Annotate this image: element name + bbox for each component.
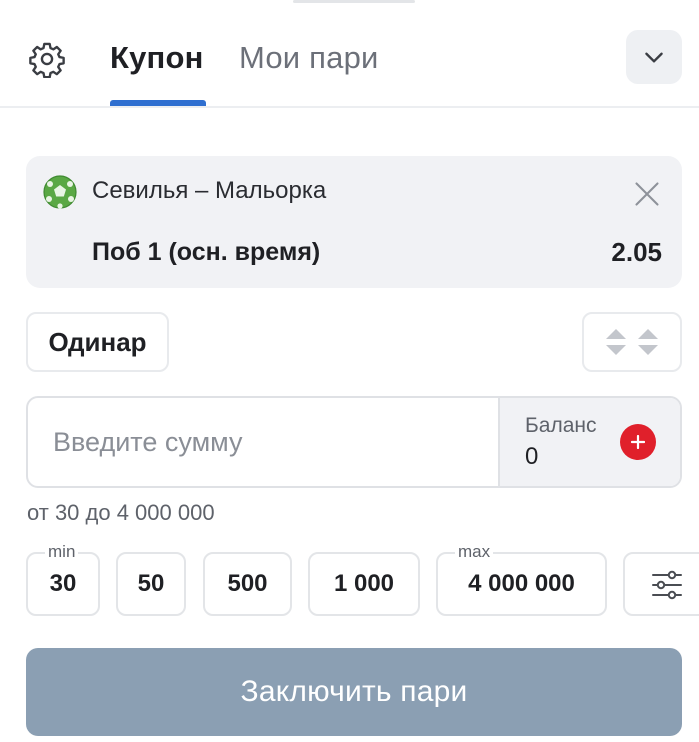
quick-amount-min[interactable]: min 30: [26, 541, 100, 616]
amount-field: Баланс 0: [26, 396, 682, 488]
place-bet-button[interactable]: Заключить пари: [26, 648, 682, 736]
plus-icon: [631, 435, 645, 449]
chevron-down-icon: [645, 52, 663, 63]
quick-amount-label: 50: [137, 570, 165, 597]
balance-panel: Баланс 0: [498, 398, 680, 486]
match-title: Севилья – Мальорка: [92, 177, 327, 204]
amount-limits: от 30 до 4 000 000: [27, 500, 215, 525]
gear-icon[interactable]: [28, 40, 66, 79]
tab-coupon[interactable]: Купон: [110, 38, 204, 78]
quick-amount-50[interactable]: 50: [116, 552, 186, 616]
quick-amount-label: 1 000: [333, 570, 395, 597]
quick-amount-500[interactable]: 500: [203, 552, 292, 616]
sort-button[interactable]: [582, 312, 682, 372]
bet-card: Севилья – Мальорка Поб 1 (осн. время) 2.…: [26, 156, 682, 288]
balance-label: Баланс: [525, 414, 597, 437]
sort-arrows-icon: [638, 329, 658, 355]
add-funds-button[interactable]: [620, 424, 656, 460]
soccer-ball-icon: [43, 175, 77, 209]
coupon-header: Купон Мои пари: [0, 0, 699, 108]
active-tab-indicator: [110, 100, 206, 106]
quick-amount-max[interactable]: max 4 000 000: [436, 541, 607, 616]
amount-input[interactable]: [28, 398, 498, 486]
bet-odds: 2.05: [611, 237, 662, 267]
bet-type-single-button[interactable]: Одинар: [26, 312, 169, 372]
quick-amount-1000[interactable]: 1 000: [308, 552, 420, 616]
chip-tag-max: max: [455, 541, 494, 563]
quick-amount-label: 4 000 000: [468, 570, 575, 597]
balance-value: 0: [525, 443, 539, 470]
quick-amount-settings-button[interactable]: [623, 552, 699, 616]
sliders-icon: [652, 570, 682, 600]
close-icon[interactable]: [633, 180, 661, 208]
sort-arrows-icon: [606, 329, 626, 355]
chip-tag-min: min: [45, 541, 79, 563]
quick-amount-label: 30: [49, 570, 77, 597]
tab-my-bets[interactable]: Мои пари: [239, 38, 379, 78]
collapse-button[interactable]: [626, 30, 682, 84]
quick-amount-label: 500: [227, 570, 268, 597]
bet-outcome: Поб 1 (осн. время): [92, 238, 321, 266]
